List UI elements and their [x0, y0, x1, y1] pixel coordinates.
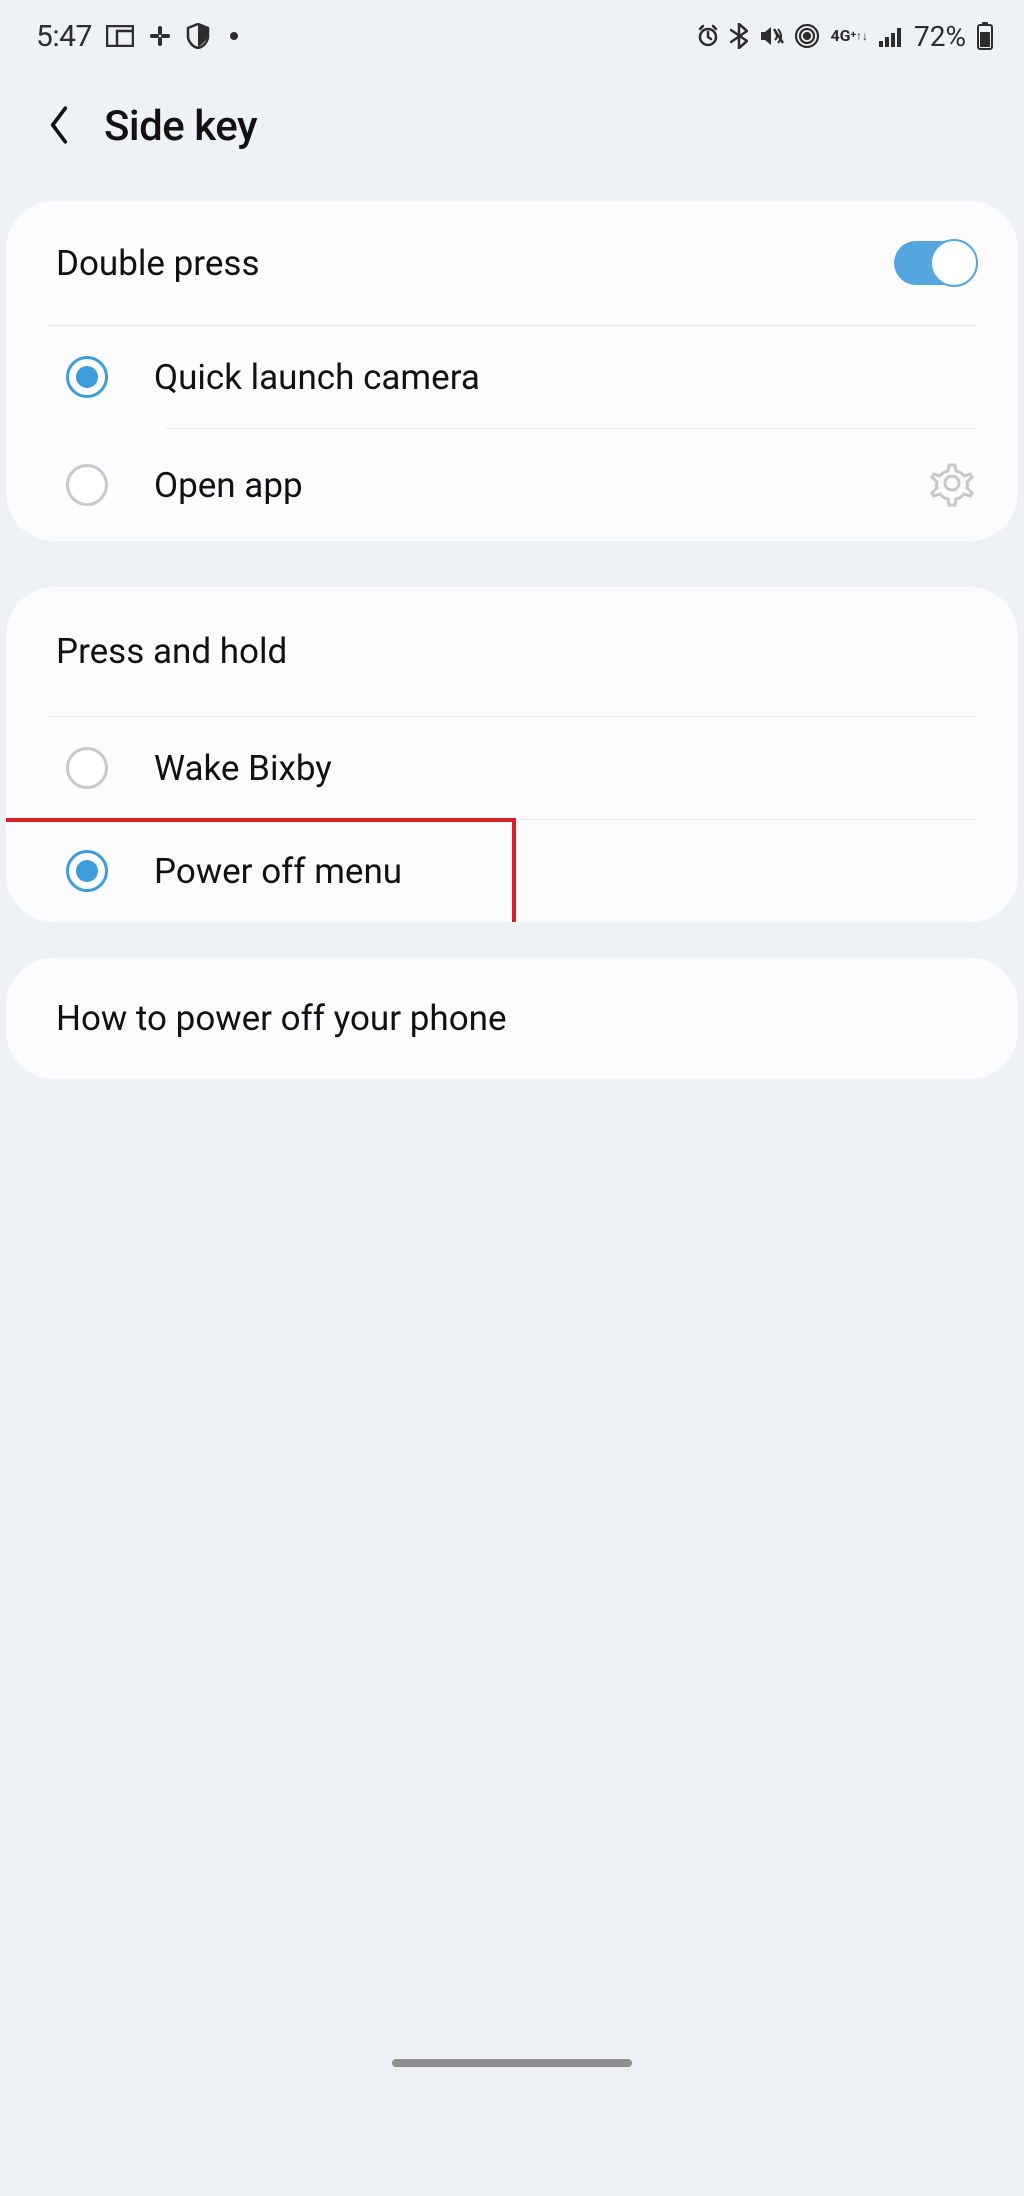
status-right: 4G+↑↓ 72%	[696, 20, 994, 53]
battery-percent: 72%	[914, 20, 966, 53]
radio-icon	[66, 747, 108, 789]
double-press-card: Double press Quick launch camera Open ap…	[6, 201, 1018, 541]
radio-label: Quick launch camera	[154, 357, 976, 398]
shield-icon	[186, 23, 210, 49]
radio-icon	[66, 850, 108, 892]
slack-icon	[148, 24, 172, 48]
gear-icon[interactable]	[928, 459, 976, 511]
double-press-header: Double press	[6, 201, 1018, 325]
press-hold-card: Press and hold Wake Bixby Power off menu	[6, 587, 1018, 922]
page-title: Side key	[104, 102, 257, 151]
dot-icon	[230, 32, 238, 40]
radio-icon	[66, 356, 108, 398]
back-icon[interactable]	[42, 104, 76, 150]
battery-icon	[976, 22, 994, 50]
info-how-to-power-off[interactable]: How to power off your phone	[6, 958, 1018, 1079]
radio-wake-bixby[interactable]: Wake Bixby	[6, 717, 1018, 819]
multi-window-icon	[106, 25, 134, 47]
radio-icon	[66, 464, 108, 506]
mute-icon	[758, 24, 784, 48]
status-left: 5:47	[36, 19, 238, 54]
radio-label: Wake Bixby	[154, 748, 976, 789]
double-press-title: Double press	[56, 243, 260, 284]
radio-label: Open app	[154, 465, 882, 506]
status-time: 5:47	[36, 19, 92, 54]
status-bar: 5:47 4G+↑↓ 72%	[0, 0, 1024, 62]
double-press-toggle[interactable]	[894, 241, 976, 285]
radio-open-app[interactable]: Open app	[6, 429, 1018, 541]
toggle-knob	[930, 239, 978, 287]
header: Side key	[0, 62, 1024, 201]
radio-quick-launch-camera[interactable]: Quick launch camera	[6, 326, 1018, 428]
press-hold-title: Press and hold	[56, 631, 287, 672]
bluetooth-icon	[730, 23, 748, 49]
info-text: How to power off your phone	[56, 998, 507, 1039]
radio-power-off-menu[interactable]: Power off menu	[6, 820, 1018, 922]
radio-label: Power off menu	[154, 851, 976, 892]
alarm-icon	[696, 24, 720, 48]
signal-icon	[878, 25, 904, 47]
press-hold-header: Press and hold	[6, 587, 1018, 716]
network-4g-icon: 4G+↑↓	[830, 28, 868, 44]
hotspot-icon	[794, 23, 820, 49]
empty-space	[0, 1079, 1024, 2059]
gesture-bar[interactable]	[392, 2059, 632, 2067]
